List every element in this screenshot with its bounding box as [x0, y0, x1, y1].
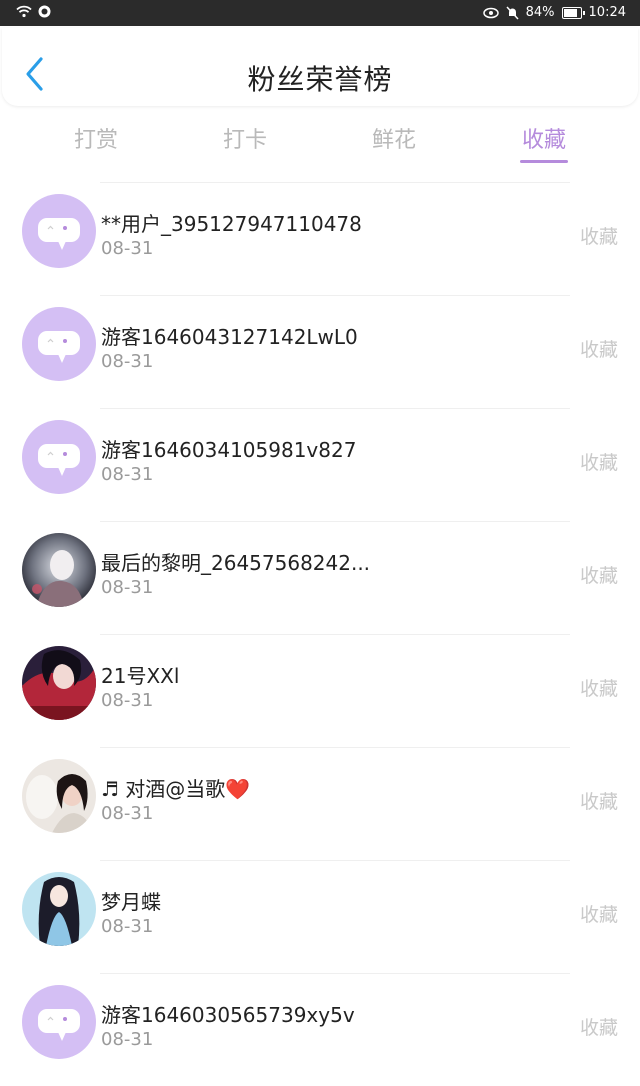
avatar-image-icon: [22, 646, 96, 720]
mute-icon: [506, 6, 519, 20]
list-item[interactable]: **用户_395127947110478 08-31 收藏: [0, 182, 640, 295]
favorite-label: 收藏: [579, 678, 618, 700]
status-right: 84% 10:24: [482, 4, 626, 22]
default-avatar[interactable]: [22, 307, 96, 381]
list-item[interactable]: 游客1646034105981v827 08-31 收藏: [0, 408, 640, 521]
favorite-label: 收藏: [579, 565, 618, 587]
date-label: 08-31: [101, 577, 154, 598]
divider: [100, 295, 570, 296]
avatar-image-icon: [22, 872, 96, 946]
chat-bubble-icon: [38, 444, 80, 476]
tab-tips[interactable]: 打赏: [46, 122, 146, 154]
photo-avatar[interactable]: [22, 533, 96, 607]
user-name: 梦月蝶: [101, 890, 161, 914]
photo-avatar[interactable]: [22, 872, 96, 946]
tab-checkin[interactable]: 打卡: [195, 122, 295, 154]
chat-bubble-icon: [38, 1009, 80, 1041]
list-item[interactable]: 21号XXl 08-31 收藏: [0, 634, 640, 747]
list-item[interactable]: 梦月蝶 08-31 收藏: [0, 860, 640, 973]
date-label: 08-31: [101, 351, 154, 372]
eye-icon: [482, 7, 499, 19]
list-item[interactable]: ♬ 对酒@当歌❤️ 08-31 收藏: [0, 747, 640, 860]
date-label: 08-31: [101, 1029, 154, 1050]
user-name: 游客1646034105981v827: [101, 438, 357, 462]
fan-list: **用户_395127947110478 08-31 收藏 游客16460431…: [0, 182, 640, 1086]
favorite-label: 收藏: [579, 226, 618, 248]
status-left: [16, 5, 51, 18]
photo-avatar[interactable]: [22, 646, 96, 720]
divider: [100, 408, 570, 409]
date-label: 08-31: [101, 916, 154, 937]
tab-favorites[interactable]: 收藏: [494, 122, 594, 154]
active-tab-indicator: [520, 160, 568, 163]
user-name: 最后的黎明_26457568242...: [101, 551, 371, 575]
user-name: 游客1646043127142LwL0: [101, 325, 358, 349]
default-avatar[interactable]: [22, 194, 96, 268]
date-label: 08-31: [101, 690, 154, 711]
favorite-label: 收藏: [579, 339, 618, 361]
user-name: **用户_395127947110478: [101, 212, 362, 236]
default-avatar[interactable]: [22, 985, 96, 1059]
divider: [100, 634, 570, 635]
default-avatar[interactable]: [22, 420, 96, 494]
divider: [100, 973, 570, 974]
user-name: 21号XXl: [101, 664, 180, 688]
battery-icon: [561, 7, 585, 19]
favorite-label: 收藏: [579, 904, 618, 926]
avatar-image-icon: [22, 759, 96, 833]
clock: 10:24: [588, 5, 626, 20]
list-item[interactable]: 游客1646030565739xy5v 08-31 收藏: [0, 973, 640, 1086]
divider: [100, 521, 570, 522]
favorite-label: 收藏: [579, 452, 618, 474]
list-item[interactable]: 最后的黎明_26457568242... 08-31 收藏: [0, 521, 640, 634]
avatar-image-icon: [22, 533, 96, 607]
list-item[interactable]: 游客1646043127142LwL0 08-31 收藏: [0, 295, 640, 408]
favorite-label: 收藏: [579, 791, 618, 813]
favorite-label: 收藏: [579, 1017, 618, 1039]
date-label: 08-31: [101, 803, 154, 824]
photo-avatar[interactable]: [22, 759, 96, 833]
divider: [100, 747, 570, 748]
status-bar: 84% 10:24: [0, 0, 640, 26]
date-label: 08-31: [101, 464, 154, 485]
chat-bubble-icon: [38, 218, 80, 250]
divider: [100, 182, 570, 183]
tab-flowers[interactable]: 鲜花: [344, 122, 444, 154]
page-title: 粉丝荣誉榜: [247, 63, 393, 96]
divider: [100, 860, 570, 861]
notification-icon: [38, 5, 51, 18]
chat-bubble-icon: [38, 331, 80, 363]
page-header: 粉丝荣誉榜: [2, 28, 638, 106]
battery-percent: 84%: [525, 5, 555, 20]
user-name: 游客1646030565739xy5v: [101, 1003, 355, 1027]
tab-bar: 打赏 打卡 鲜花 收藏: [0, 118, 640, 168]
user-name: ♬ 对酒@当歌❤️: [101, 777, 251, 801]
date-label: 08-31: [101, 238, 154, 259]
wifi-icon: [16, 5, 32, 18]
